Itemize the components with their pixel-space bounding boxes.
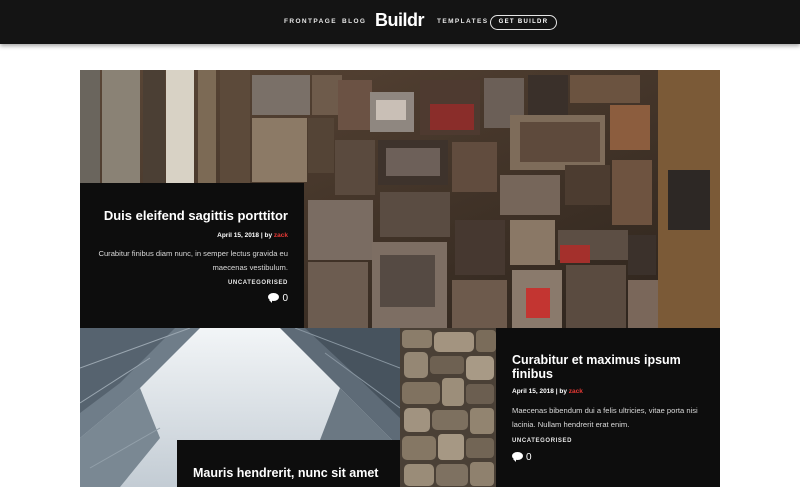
post-meta: April 15, 2018 | by zack (98, 232, 288, 239)
nav-link-frontpage[interactable]: FRONTPAGE (284, 18, 337, 25)
post-date: April 15, 2018 (217, 232, 260, 239)
stone-wall-image[interactable]: Curabitur et maximus ipsum finibus April… (400, 328, 720, 487)
featured-post-card[interactable]: Duis eleifend sagittis porttitor April 1… (80, 183, 304, 328)
post-title[interactable]: Curabitur et maximus ipsum finibus (512, 353, 704, 381)
post-author-link[interactable]: zack (569, 388, 583, 395)
post-category[interactable]: UNCATEGORISED (98, 280, 288, 286)
nav-link-templates[interactable]: TEMPLATES (437, 18, 488, 25)
post-category[interactable]: UNCATEGORISED (512, 438, 704, 444)
post-excerpt: Curabitur finibus diam nunc, in semper l… (98, 249, 288, 272)
get-buildr-button[interactable]: GET BUILDR (490, 15, 557, 30)
architecture-image[interactable]: Mauris hendrerit, nunc sit amet (80, 328, 400, 487)
nav-link-blog[interactable]: BLOG (342, 18, 366, 25)
post-meta: April 15, 2018 | by zack (512, 388, 704, 395)
post-date: April 15, 2018 (512, 388, 554, 395)
comment-count: 0 (282, 293, 288, 304)
post-comments[interactable]: 0 (512, 452, 704, 463)
top-navbar: FRONTPAGE BLOG Buildr TEMPLATES GET BUIL… (0, 0, 800, 44)
comment-icon (512, 452, 523, 463)
comment-icon (268, 293, 280, 304)
post-author-link[interactable]: zack (274, 232, 288, 239)
post-by: | by (260, 232, 273, 239)
post-card[interactable]: Curabitur et maximus ipsum finibus April… (496, 328, 720, 487)
post-card[interactable]: Mauris hendrerit, nunc sit amet (177, 440, 400, 487)
letterpress-type-image[interactable]: Duis eleifend sagittis porttitor April 1… (80, 70, 720, 328)
post-grid: Duis eleifend sagittis porttitor April 1… (80, 70, 720, 487)
post-excerpt: Maecenas bibendum dui a felis ultricies,… (512, 406, 698, 429)
site-logo[interactable]: Buildr (375, 10, 425, 31)
comment-count: 0 (526, 452, 532, 463)
post-title[interactable]: Duis eleifend sagittis porttitor (98, 183, 288, 223)
post-by: | by (555, 388, 567, 395)
post-title[interactable]: Mauris hendrerit, nunc sit amet (193, 466, 384, 480)
post-comments[interactable]: 0 (98, 293, 288, 304)
